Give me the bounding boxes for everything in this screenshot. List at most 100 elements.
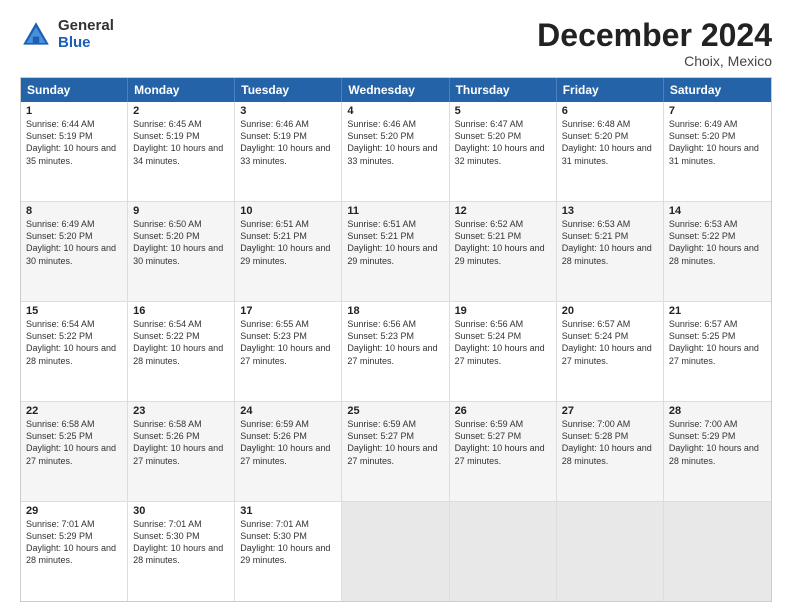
day-info: Sunrise: 6:59 AM Sunset: 5:27 PM Dayligh… xyxy=(455,418,551,467)
cal-header-thursday: Thursday xyxy=(450,78,557,102)
day-info: Sunrise: 6:54 AM Sunset: 5:22 PM Dayligh… xyxy=(26,318,122,367)
day-info: Sunrise: 6:51 AM Sunset: 5:21 PM Dayligh… xyxy=(347,218,443,267)
day-info: Sunrise: 6:58 AM Sunset: 5:25 PM Dayligh… xyxy=(26,418,122,467)
day-number: 2 xyxy=(133,105,229,117)
day-info: Sunrise: 6:49 AM Sunset: 5:20 PM Dayligh… xyxy=(669,118,766,167)
day-number: 8 xyxy=(26,205,122,217)
day-number: 12 xyxy=(455,205,551,217)
day-info: Sunrise: 6:54 AM Sunset: 5:22 PM Dayligh… xyxy=(133,318,229,367)
cal-week-2: 8Sunrise: 6:49 AM Sunset: 5:20 PM Daylig… xyxy=(21,202,771,302)
day-number: 5 xyxy=(455,105,551,117)
logo-icon xyxy=(20,19,52,51)
day-info: Sunrise: 6:57 AM Sunset: 5:25 PM Dayligh… xyxy=(669,318,766,367)
cal-week-3: 15Sunrise: 6:54 AM Sunset: 5:22 PM Dayli… xyxy=(21,302,771,402)
day-number: 13 xyxy=(562,205,658,217)
cal-cell-day-23: 23Sunrise: 6:58 AM Sunset: 5:26 PM Dayli… xyxy=(128,402,235,501)
cal-header-friday: Friday xyxy=(557,78,664,102)
logo-general-text: General xyxy=(58,18,114,35)
cal-cell-day-25: 25Sunrise: 6:59 AM Sunset: 5:27 PM Dayli… xyxy=(342,402,449,501)
day-number: 7 xyxy=(669,105,766,117)
day-number: 1 xyxy=(26,105,122,117)
cal-cell-day-19: 19Sunrise: 6:56 AM Sunset: 5:24 PM Dayli… xyxy=(450,302,557,401)
day-info: Sunrise: 7:01 AM Sunset: 5:30 PM Dayligh… xyxy=(133,518,229,567)
header: General Blue December 2024 Choix, Mexico xyxy=(20,18,772,69)
day-number: 18 xyxy=(347,305,443,317)
cal-cell-empty xyxy=(557,502,664,601)
day-info: Sunrise: 6:53 AM Sunset: 5:21 PM Dayligh… xyxy=(562,218,658,267)
day-number: 22 xyxy=(26,405,122,417)
day-number: 31 xyxy=(240,505,336,517)
day-number: 20 xyxy=(562,305,658,317)
day-info: Sunrise: 7:01 AM Sunset: 5:29 PM Dayligh… xyxy=(26,518,122,567)
calendar: SundayMondayTuesdayWednesdayThursdayFrid… xyxy=(20,77,772,602)
cal-cell-day-12: 12Sunrise: 6:52 AM Sunset: 5:21 PM Dayli… xyxy=(450,202,557,301)
cal-week-1: 1Sunrise: 6:44 AM Sunset: 5:19 PM Daylig… xyxy=(21,102,771,202)
day-info: Sunrise: 6:50 AM Sunset: 5:20 PM Dayligh… xyxy=(133,218,229,267)
cal-cell-day-17: 17Sunrise: 6:55 AM Sunset: 5:23 PM Dayli… xyxy=(235,302,342,401)
cal-cell-day-10: 10Sunrise: 6:51 AM Sunset: 5:21 PM Dayli… xyxy=(235,202,342,301)
day-number: 28 xyxy=(669,405,766,417)
cal-cell-day-8: 8Sunrise: 6:49 AM Sunset: 5:20 PM Daylig… xyxy=(21,202,128,301)
cal-cell-day-14: 14Sunrise: 6:53 AM Sunset: 5:22 PM Dayli… xyxy=(664,202,771,301)
day-info: Sunrise: 6:59 AM Sunset: 5:27 PM Dayligh… xyxy=(347,418,443,467)
day-info: Sunrise: 6:46 AM Sunset: 5:20 PM Dayligh… xyxy=(347,118,443,167)
day-info: Sunrise: 6:56 AM Sunset: 5:24 PM Dayligh… xyxy=(455,318,551,367)
cal-cell-day-21: 21Sunrise: 6:57 AM Sunset: 5:25 PM Dayli… xyxy=(664,302,771,401)
day-number: 29 xyxy=(26,505,122,517)
day-number: 17 xyxy=(240,305,336,317)
cal-cell-day-29: 29Sunrise: 7:01 AM Sunset: 5:29 PM Dayli… xyxy=(21,502,128,601)
day-number: 10 xyxy=(240,205,336,217)
day-number: 11 xyxy=(347,205,443,217)
cal-cell-day-1: 1Sunrise: 6:44 AM Sunset: 5:19 PM Daylig… xyxy=(21,102,128,201)
logo: General Blue xyxy=(20,18,114,51)
cal-cell-empty xyxy=(342,502,449,601)
day-number: 16 xyxy=(133,305,229,317)
cal-cell-day-3: 3Sunrise: 6:46 AM Sunset: 5:19 PM Daylig… xyxy=(235,102,342,201)
cal-cell-day-26: 26Sunrise: 6:59 AM Sunset: 5:27 PM Dayli… xyxy=(450,402,557,501)
cal-cell-day-11: 11Sunrise: 6:51 AM Sunset: 5:21 PM Dayli… xyxy=(342,202,449,301)
day-number: 14 xyxy=(669,205,766,217)
day-info: Sunrise: 6:57 AM Sunset: 5:24 PM Dayligh… xyxy=(562,318,658,367)
cal-week-5: 29Sunrise: 7:01 AM Sunset: 5:29 PM Dayli… xyxy=(21,502,771,601)
logo-text: General Blue xyxy=(58,18,114,51)
day-number: 26 xyxy=(455,405,551,417)
day-info: Sunrise: 6:59 AM Sunset: 5:26 PM Dayligh… xyxy=(240,418,336,467)
subtitle: Choix, Mexico xyxy=(537,53,772,69)
day-info: Sunrise: 7:00 AM Sunset: 5:29 PM Dayligh… xyxy=(669,418,766,467)
day-number: 25 xyxy=(347,405,443,417)
day-info: Sunrise: 7:00 AM Sunset: 5:28 PM Dayligh… xyxy=(562,418,658,467)
cal-cell-day-18: 18Sunrise: 6:56 AM Sunset: 5:23 PM Dayli… xyxy=(342,302,449,401)
cal-cell-day-2: 2Sunrise: 6:45 AM Sunset: 5:19 PM Daylig… xyxy=(128,102,235,201)
cal-cell-day-27: 27Sunrise: 7:00 AM Sunset: 5:28 PM Dayli… xyxy=(557,402,664,501)
cal-cell-day-4: 4Sunrise: 6:46 AM Sunset: 5:20 PM Daylig… xyxy=(342,102,449,201)
cal-cell-day-30: 30Sunrise: 7:01 AM Sunset: 5:30 PM Dayli… xyxy=(128,502,235,601)
day-info: Sunrise: 6:51 AM Sunset: 5:21 PM Dayligh… xyxy=(240,218,336,267)
cal-header-tuesday: Tuesday xyxy=(235,78,342,102)
cal-cell-empty xyxy=(664,502,771,601)
day-info: Sunrise: 6:55 AM Sunset: 5:23 PM Dayligh… xyxy=(240,318,336,367)
day-info: Sunrise: 6:48 AM Sunset: 5:20 PM Dayligh… xyxy=(562,118,658,167)
day-info: Sunrise: 7:01 AM Sunset: 5:30 PM Dayligh… xyxy=(240,518,336,567)
day-number: 6 xyxy=(562,105,658,117)
cal-header-wednesday: Wednesday xyxy=(342,78,449,102)
logo-blue-text: Blue xyxy=(58,35,114,52)
day-number: 24 xyxy=(240,405,336,417)
cal-week-4: 22Sunrise: 6:58 AM Sunset: 5:25 PM Dayli… xyxy=(21,402,771,502)
cal-cell-day-13: 13Sunrise: 6:53 AM Sunset: 5:21 PM Dayli… xyxy=(557,202,664,301)
main-title: December 2024 xyxy=(537,18,772,53)
cal-cell-empty xyxy=(450,502,557,601)
calendar-body: 1Sunrise: 6:44 AM Sunset: 5:19 PM Daylig… xyxy=(21,102,771,601)
day-number: 4 xyxy=(347,105,443,117)
cal-cell-day-9: 9Sunrise: 6:50 AM Sunset: 5:20 PM Daylig… xyxy=(128,202,235,301)
cal-cell-day-7: 7Sunrise: 6:49 AM Sunset: 5:20 PM Daylig… xyxy=(664,102,771,201)
day-number: 21 xyxy=(669,305,766,317)
day-info: Sunrise: 6:47 AM Sunset: 5:20 PM Dayligh… xyxy=(455,118,551,167)
day-info: Sunrise: 6:46 AM Sunset: 5:19 PM Dayligh… xyxy=(240,118,336,167)
day-info: Sunrise: 6:49 AM Sunset: 5:20 PM Dayligh… xyxy=(26,218,122,267)
day-info: Sunrise: 6:58 AM Sunset: 5:26 PM Dayligh… xyxy=(133,418,229,467)
day-number: 23 xyxy=(133,405,229,417)
day-number: 19 xyxy=(455,305,551,317)
day-info: Sunrise: 6:45 AM Sunset: 5:19 PM Dayligh… xyxy=(133,118,229,167)
day-number: 27 xyxy=(562,405,658,417)
day-number: 3 xyxy=(240,105,336,117)
